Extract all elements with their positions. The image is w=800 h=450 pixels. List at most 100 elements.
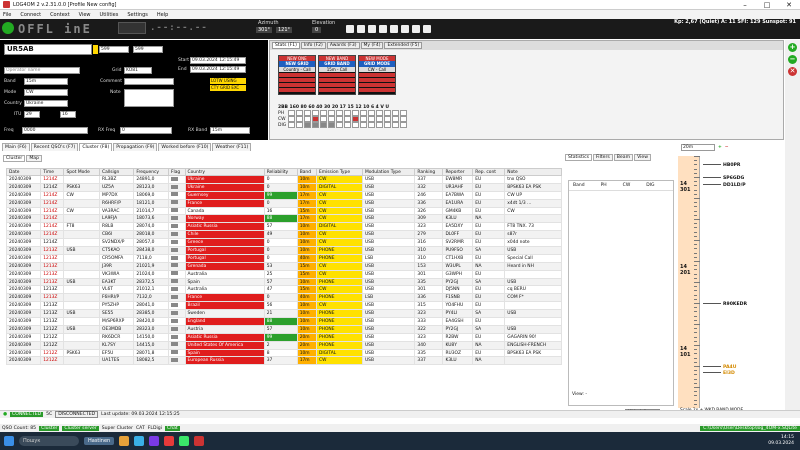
table-row[interactable]: 20240309 1214Z LA9FJA 18073,6 Norway 88 17m CW U…: [5, 214, 562, 224]
table-row[interactable]: 20240309 1213Z USB EA3KT 28372,5 Spain 57 10m PH…: [5, 277, 562, 287]
table-row[interactable]: 20240309 1213Z VL6T 21012,1 Australia 47 15m CW…: [5, 285, 562, 295]
viber-icon[interactable]: [149, 436, 160, 446]
tab-filters[interactable]: Filters: [593, 154, 613, 161]
callsign-input[interactable]: UR5AB: [4, 44, 92, 55]
start-time-field[interactable]: 09.03.2024 12:15:49: [190, 57, 246, 64]
table-row[interactable]: 20240309 1212Z PSK63 EF5U 28071,8 Spain 8 10m DI…: [5, 348, 562, 358]
column-header-4[interactable]: Frequency: [133, 168, 169, 176]
table-row[interactable]: 20240309 1214Z CW MP7DX 18069,0 Guernsey 99 17m…: [5, 190, 562, 200]
menu-item-utilities[interactable]: Utilities: [100, 12, 119, 18]
map-icon[interactable]: [401, 25, 409, 33]
tab-stats-1[interactable]: Info (F2): [300, 42, 326, 49]
table-row[interactable]: 20240309 1213Z CR5OMFA 7118,0 Portugal 0 40m PH…: [5, 253, 562, 263]
table-row[interactable]: 20240309 1214Z PSK63 UZ5A 28123,0 Ukraine 0 10m…: [5, 182, 562, 192]
column-header-0[interactable]: Date: [5, 168, 42, 176]
tab-main-3[interactable]: Propagation (F9): [113, 143, 158, 151]
comment-input[interactable]: [124, 78, 174, 85]
bandmap-spot[interactable]: SP6GDG: [703, 176, 744, 181]
column-header-14[interactable]: Note: [504, 168, 562, 176]
maximize-button[interactable]: □: [756, 1, 778, 9]
bandmap-spot[interactable]: R90KEDR: [703, 302, 747, 307]
table-row[interactable]: 20240309 1214Z FT8 R8LB 28074,0 Asiatic Russi…: [5, 222, 562, 232]
column-header-10[interactable]: Modulation Type: [361, 168, 416, 176]
freq-field[interactable]: 0000: [22, 127, 88, 134]
tab-main-4[interactable]: Worked before (F10): [158, 143, 212, 151]
itu-field[interactable]: 29: [24, 111, 40, 118]
tab-view[interactable]: View: [634, 154, 651, 161]
remove-icon[interactable]: −: [788, 55, 797, 64]
minimize-button[interactable]: –: [734, 1, 756, 9]
table-row[interactable]: 20240309 1213Z J39R 21021,9 Grenada 53 15m CW US…: [5, 261, 562, 271]
wave-icon[interactable]: [357, 25, 365, 33]
tab-main-1[interactable]: Recent QSO's (F7): [30, 143, 79, 151]
weather-widget[interactable]: Hastinen: [84, 437, 115, 445]
table-row[interactable]: 20240309 1214Z CW VA3RAC 21014,7 Canada 16 15m C…: [5, 206, 562, 216]
table-row[interactable]: 20240309 1213Z VK3WIA 21024,0 Australia 25 15m…: [5, 269, 562, 279]
taskbar-search[interactable]: Пошук: [19, 436, 79, 446]
rx-band-select[interactable]: 15m: [210, 127, 250, 134]
rst-rcvd-field[interactable]: 599: [133, 46, 163, 53]
menu-item-file[interactable]: File: [3, 12, 11, 18]
note-input[interactable]: [124, 89, 174, 107]
menu-item-context[interactable]: Context: [50, 12, 70, 18]
table-row[interactable]: 20240309 1212Z USB OE3MDB 28323,0 Austria 57 10…: [5, 324, 562, 334]
tab-main-2[interactable]: Cluster (F8): [79, 143, 113, 151]
column-header-12[interactable]: Reporter: [442, 168, 474, 176]
table-row[interactable]: 20240309 1213Z USB CT5KAO 28438,0 Portugal 0 10…: [5, 246, 562, 255]
tab-stats-2[interactable]: Awards (F3): [326, 42, 360, 49]
table-row[interactable]: 20240309 1213Z M/SP6RXP 28420,0 England 88 10m…: [5, 317, 562, 326]
table-row[interactable]: 20240309 1212Z KL7SY 14415,0 United States O…: [5, 340, 562, 350]
bandmap-band-select[interactable]: 20m: [681, 143, 715, 151]
tab-main-5[interactable]: Weather (F11): [212, 143, 252, 151]
column-header-3[interactable]: Callsign: [99, 168, 135, 176]
table-row[interactable]: 20240309 1214Z CB6I 28018,0 Chile 49 10m CW USB 2…: [5, 230, 562, 240]
column-header-2[interactable]: Spot Mode: [63, 168, 101, 176]
tab-beam[interactable]: Beam: [613, 154, 634, 161]
tab-stats-4[interactable]: Extended (F5): [384, 42, 423, 49]
chrome-icon[interactable]: [179, 436, 190, 446]
grid-field[interactable]: KO81: [124, 67, 152, 74]
table-row[interactable]: 20240309 1214Z R6HRF/P 18121,0 France 0 17m CW U…: [5, 198, 562, 208]
rx-freq-field[interactable]: 0: [120, 127, 172, 134]
menu-item-connect[interactable]: Connect: [20, 12, 41, 18]
rst-sent-field[interactable]: 599: [99, 46, 129, 53]
table-row[interactable]: 20240309 1212Z UA1TES 18082,5 European Russi…: [5, 356, 562, 366]
cq-field[interactable]: 16: [60, 111, 76, 118]
column-header-13[interactable]: Rep. cont: [472, 168, 506, 176]
chat-icon[interactable]: [412, 25, 420, 33]
column-header-9[interactable]: Emission Type: [316, 168, 363, 176]
explorer-icon[interactable]: [119, 436, 130, 446]
column-header-7[interactable]: Reliability: [263, 168, 298, 176]
table-row[interactable]: 20240309 1213Z F6HRI/P 7132,0 France 0 40m PHON…: [5, 293, 562, 303]
tab-cluster-map[interactable]: Map: [26, 155, 43, 162]
opera-icon[interactable]: [164, 436, 175, 446]
tab-statistics[interactable]: Statistics: [565, 154, 592, 161]
operator-name-input[interactable]: Operator name: [4, 67, 80, 74]
end-time-field[interactable]: 09.03.2024 12:15:49: [190, 66, 246, 73]
edge-icon[interactable]: [134, 436, 145, 446]
menu-item-view[interactable]: View: [79, 12, 91, 18]
column-header-5[interactable]: Flag: [168, 168, 186, 176]
tab-main-0[interactable]: Main (F6): [2, 143, 30, 151]
camera-icon[interactable]: [368, 25, 376, 33]
log4om-icon[interactable]: [194, 436, 205, 446]
mode-select[interactable]: CW: [24, 89, 68, 96]
spot-icon[interactable]: [346, 25, 354, 33]
zoom-out-icon[interactable]: −: [725, 145, 729, 150]
add-icon[interactable]: +: [788, 43, 797, 52]
close-button[interactable]: ✕: [778, 1, 800, 9]
country-select[interactable]: Ukraine: [24, 100, 68, 107]
column-header-1[interactable]: Time: [40, 168, 65, 176]
column-header-8[interactable]: Band: [296, 168, 318, 176]
table-row[interactable]: 20240309 1214Z SV2NDX/P 28057,0 Greece 0 10m CW…: [5, 238, 562, 248]
menu-item-settings[interactable]: Settings: [127, 12, 148, 18]
menu-item-help[interactable]: Help: [157, 12, 168, 18]
bandmap-spot[interactable]: DD1LD/P: [703, 183, 746, 188]
column-header-11[interactable]: Ranking: [414, 168, 444, 176]
delete-icon[interactable]: ✕: [788, 67, 797, 76]
table-row[interactable]: 20240309 1212Z RK6DCR 14150,0 Asiatic Russia…: [5, 332, 562, 342]
table-row[interactable]: 20240309 1214Z RL3BZ 24891,0 Ukraine 0 10m CW US…: [5, 175, 562, 184]
band-select[interactable]: 15m: [24, 78, 68, 85]
bandmap-spot[interactable]: PA4U: [703, 365, 736, 370]
tab-stats-0[interactable]: Stats (F1): [272, 42, 300, 49]
